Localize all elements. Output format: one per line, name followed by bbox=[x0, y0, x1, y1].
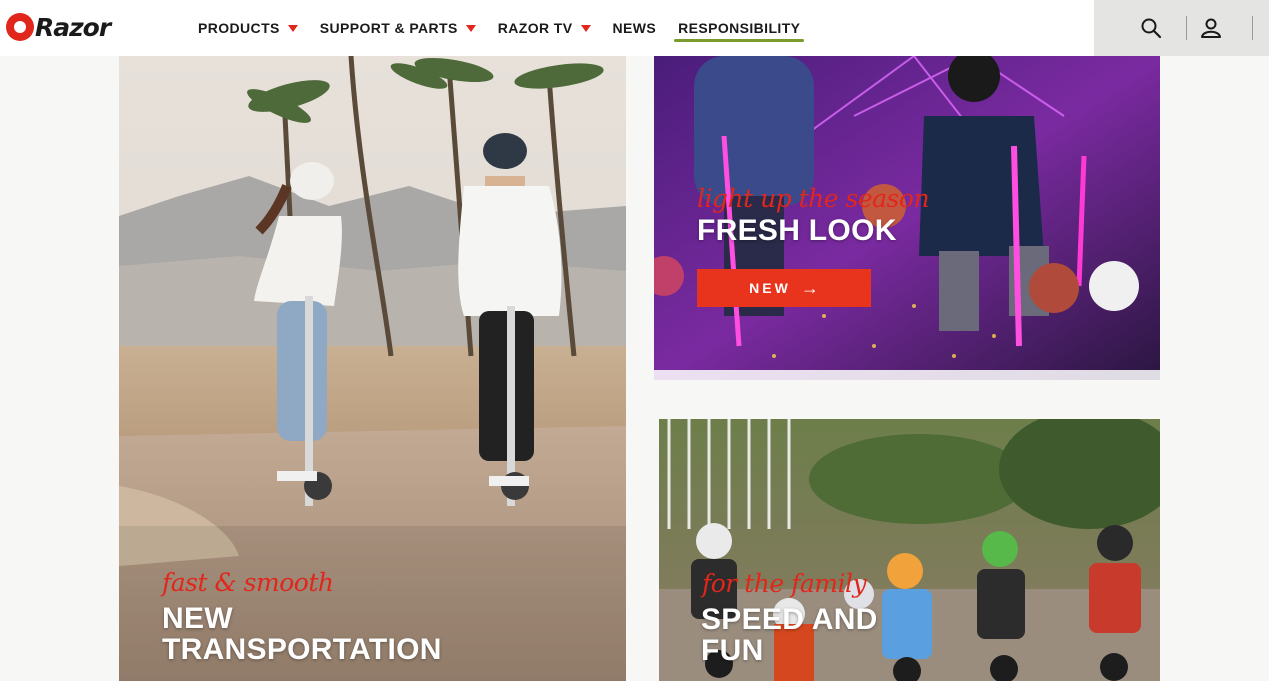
tile-headline: FRESH LOOK bbox=[697, 214, 897, 247]
new-button[interactable]: NEW → bbox=[697, 269, 871, 307]
nav-item-label: RESPONSIBILITY bbox=[678, 20, 801, 36]
caret-down-icon bbox=[580, 24, 591, 32]
tile-headline-line-1: SPEED AND bbox=[701, 603, 878, 636]
tile-speed-and-fun[interactable]: for the family SPEED AND FUN bbox=[659, 419, 1160, 681]
tile-headline-line-2: TRANSPORTATION bbox=[162, 633, 442, 666]
main-nav: PRODUCTS SUPPORT & PARTS RAZOR TV NEWS R… bbox=[198, 20, 822, 42]
nav-item-label: RAZOR TV bbox=[497, 20, 573, 36]
tile-fresh-look[interactable]: light up the season FRESH LOOK NEW → bbox=[654, 56, 1160, 380]
nav-item-label: PRODUCTS bbox=[198, 20, 280, 36]
nav-item-razor-tv[interactable]: RAZOR TV bbox=[498, 20, 591, 36]
nav-item-responsibility[interactable]: RESPONSIBILITY bbox=[674, 20, 805, 42]
tool-divider bbox=[1252, 16, 1253, 40]
search-icon[interactable] bbox=[1140, 17, 1162, 39]
tile-headline: SPEED AND FUN bbox=[701, 604, 878, 666]
nav-item-news[interactable]: NEWS bbox=[613, 20, 657, 36]
user-icon[interactable] bbox=[1200, 17, 1222, 39]
tile-tagline: for the family bbox=[702, 569, 867, 598]
tile-headline-line-2: FUN bbox=[701, 634, 764, 667]
tile-headline: NEW TRANSPORTATION bbox=[162, 603, 442, 665]
site-header: Razor PRODUCTS SUPPORT & PARTS RAZOR TV … bbox=[0, 0, 1269, 56]
header-tools bbox=[1094, 0, 1269, 56]
new-button-label: NEW bbox=[749, 280, 791, 296]
tool-divider bbox=[1186, 16, 1187, 40]
arrow-right-icon: → bbox=[800, 277, 819, 298]
caret-down-icon bbox=[465, 24, 476, 32]
nav-item-support-parts[interactable]: SUPPORT & PARTS bbox=[320, 20, 476, 36]
tile-new-transportation[interactable]: fast & smooth NEW TRANSPORTATION bbox=[119, 56, 626, 681]
razor-logo[interactable]: Razor bbox=[6, 12, 111, 42]
nav-item-label: SUPPORT & PARTS bbox=[319, 20, 458, 36]
razor-logo-mark-icon bbox=[6, 13, 34, 41]
nav-item-label: NEWS bbox=[612, 20, 657, 36]
razor-logo-text: Razor bbox=[35, 12, 111, 42]
caret-down-icon bbox=[287, 24, 298, 32]
nav-item-products[interactable]: PRODUCTS bbox=[198, 20, 298, 36]
tile-tagline: light up the season bbox=[697, 184, 930, 213]
tile-tagline: fast & smooth bbox=[162, 568, 334, 597]
tile-headline-line-1: NEW bbox=[162, 602, 233, 635]
